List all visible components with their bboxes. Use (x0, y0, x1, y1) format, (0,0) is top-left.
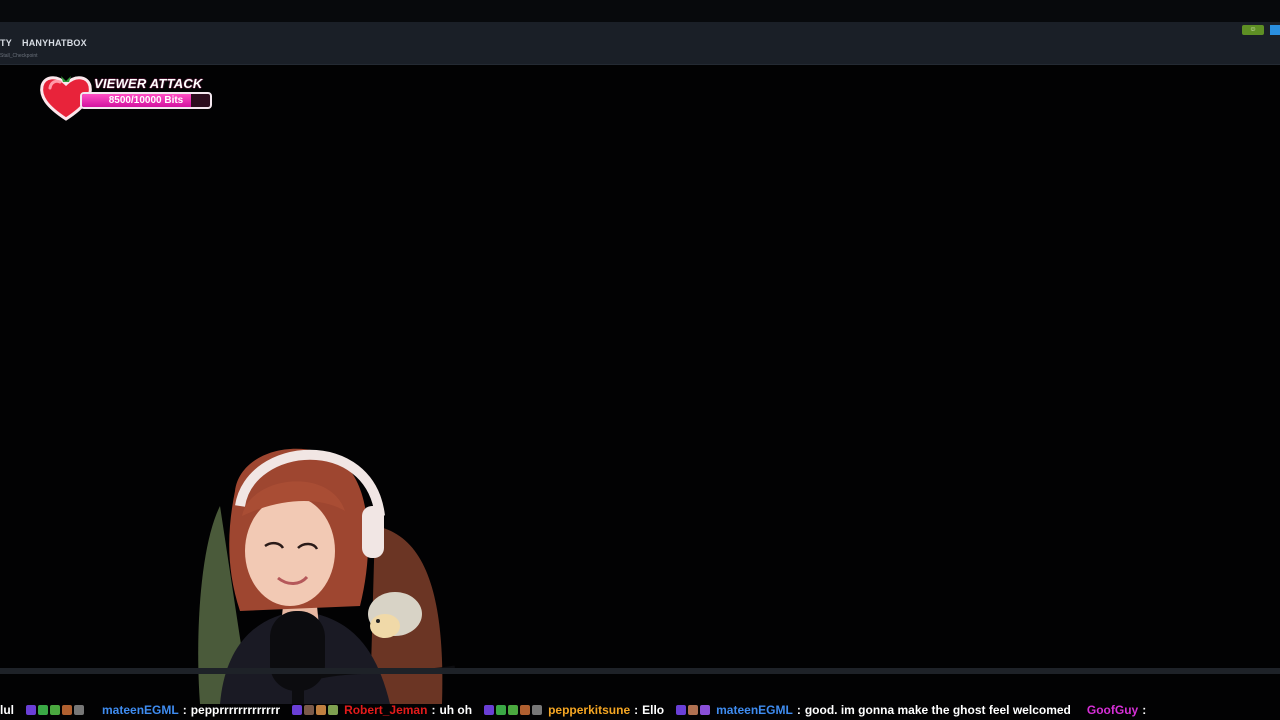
chat-badge-icon (316, 705, 327, 715)
nav-subtext: Stall_Checkpoint (0, 53, 38, 59)
chat-username[interactable]: mateenEGML (716, 703, 793, 717)
chat-badge-icon (74, 705, 84, 715)
chat-message-text: uh oh (439, 703, 473, 717)
chat-badge-icon (508, 705, 519, 715)
chat-badge-icon (496, 705, 507, 715)
chat-message: lul (0, 700, 86, 720)
chat-separator: : (796, 703, 801, 717)
chat-message: Robert_Jeman: uh oh (340, 700, 472, 720)
chat-badge-icon (484, 705, 495, 715)
website-navbar: TY HANYHATBOX Stall_Checkpoint ☺ (0, 22, 1280, 65)
chat-message: GoofGuy: (1083, 700, 1150, 720)
chat-message-text: pepprrrrrrrrrrrrr (190, 703, 281, 717)
chat-badge-icon (38, 705, 48, 715)
chat-message-text: lul (0, 703, 14, 717)
user-icon[interactable]: ☺ (1242, 25, 1264, 35)
chat-badge-icon (532, 705, 543, 715)
chat-badge-icon (520, 705, 531, 715)
bits-progress-bar: 8500/10000 Bits (80, 92, 212, 109)
bottom-separator (0, 668, 1280, 674)
webcam-streamer (198, 448, 455, 704)
chat-badges (292, 700, 340, 720)
chat-message-text: Ello (642, 703, 665, 717)
stream-frame: TY HANYHATBOX Stall_Checkpoint ☺ VIEWER … (0, 0, 1280, 720)
nav-link-partial[interactable]: TY (0, 38, 12, 48)
chat-badge-icon (292, 705, 303, 715)
chat-message: pepperkitsune: Ello (544, 700, 664, 720)
chat-badge-icon (26, 705, 36, 715)
chat-badge-icon (700, 705, 711, 715)
bits-progress-text: 8500/10000 Bits (108, 95, 184, 106)
chat-badge-icon (676, 705, 687, 715)
chat-username[interactable]: pepperkitsune (548, 703, 630, 717)
chat-separator: : (431, 703, 436, 717)
chat-username[interactable]: mateenEGML (102, 703, 179, 717)
chat-separator: : (182, 703, 187, 717)
notification-icon[interactable] (1270, 25, 1280, 35)
chat-separator: : (1142, 703, 1147, 717)
chat-ticker: lul mateenEGML: pepprrrrrrrrrrrrr Robert_Je… (0, 700, 1280, 720)
viewer-attack-title: VIEWER ATTACK (94, 76, 203, 91)
chat-username[interactable]: Robert_Jeman (344, 703, 427, 717)
chat-badge-icon (688, 705, 699, 715)
chat-badges (484, 700, 544, 720)
chat-username[interactable]: GoofGuy (1087, 703, 1138, 717)
chat-separator: : (634, 703, 639, 717)
chat-message: mateenEGML: pepprrrrrrrrrrrrr (98, 700, 280, 720)
nav-link-hanyhatbox[interactable]: HANYHATBOX (22, 38, 87, 48)
top-strip (0, 0, 1280, 22)
chat-badge-icon (62, 705, 72, 715)
chat-badges (676, 700, 712, 720)
chat-badge-icon (304, 705, 315, 715)
chat-badge-icon (328, 705, 339, 715)
chat-message: mateenEGML: good. im gonna make the ghost… (712, 700, 1071, 720)
chat-badge-icon (50, 705, 60, 715)
chat-message-text: good. im gonna make the ghost feel welco… (804, 703, 1071, 717)
